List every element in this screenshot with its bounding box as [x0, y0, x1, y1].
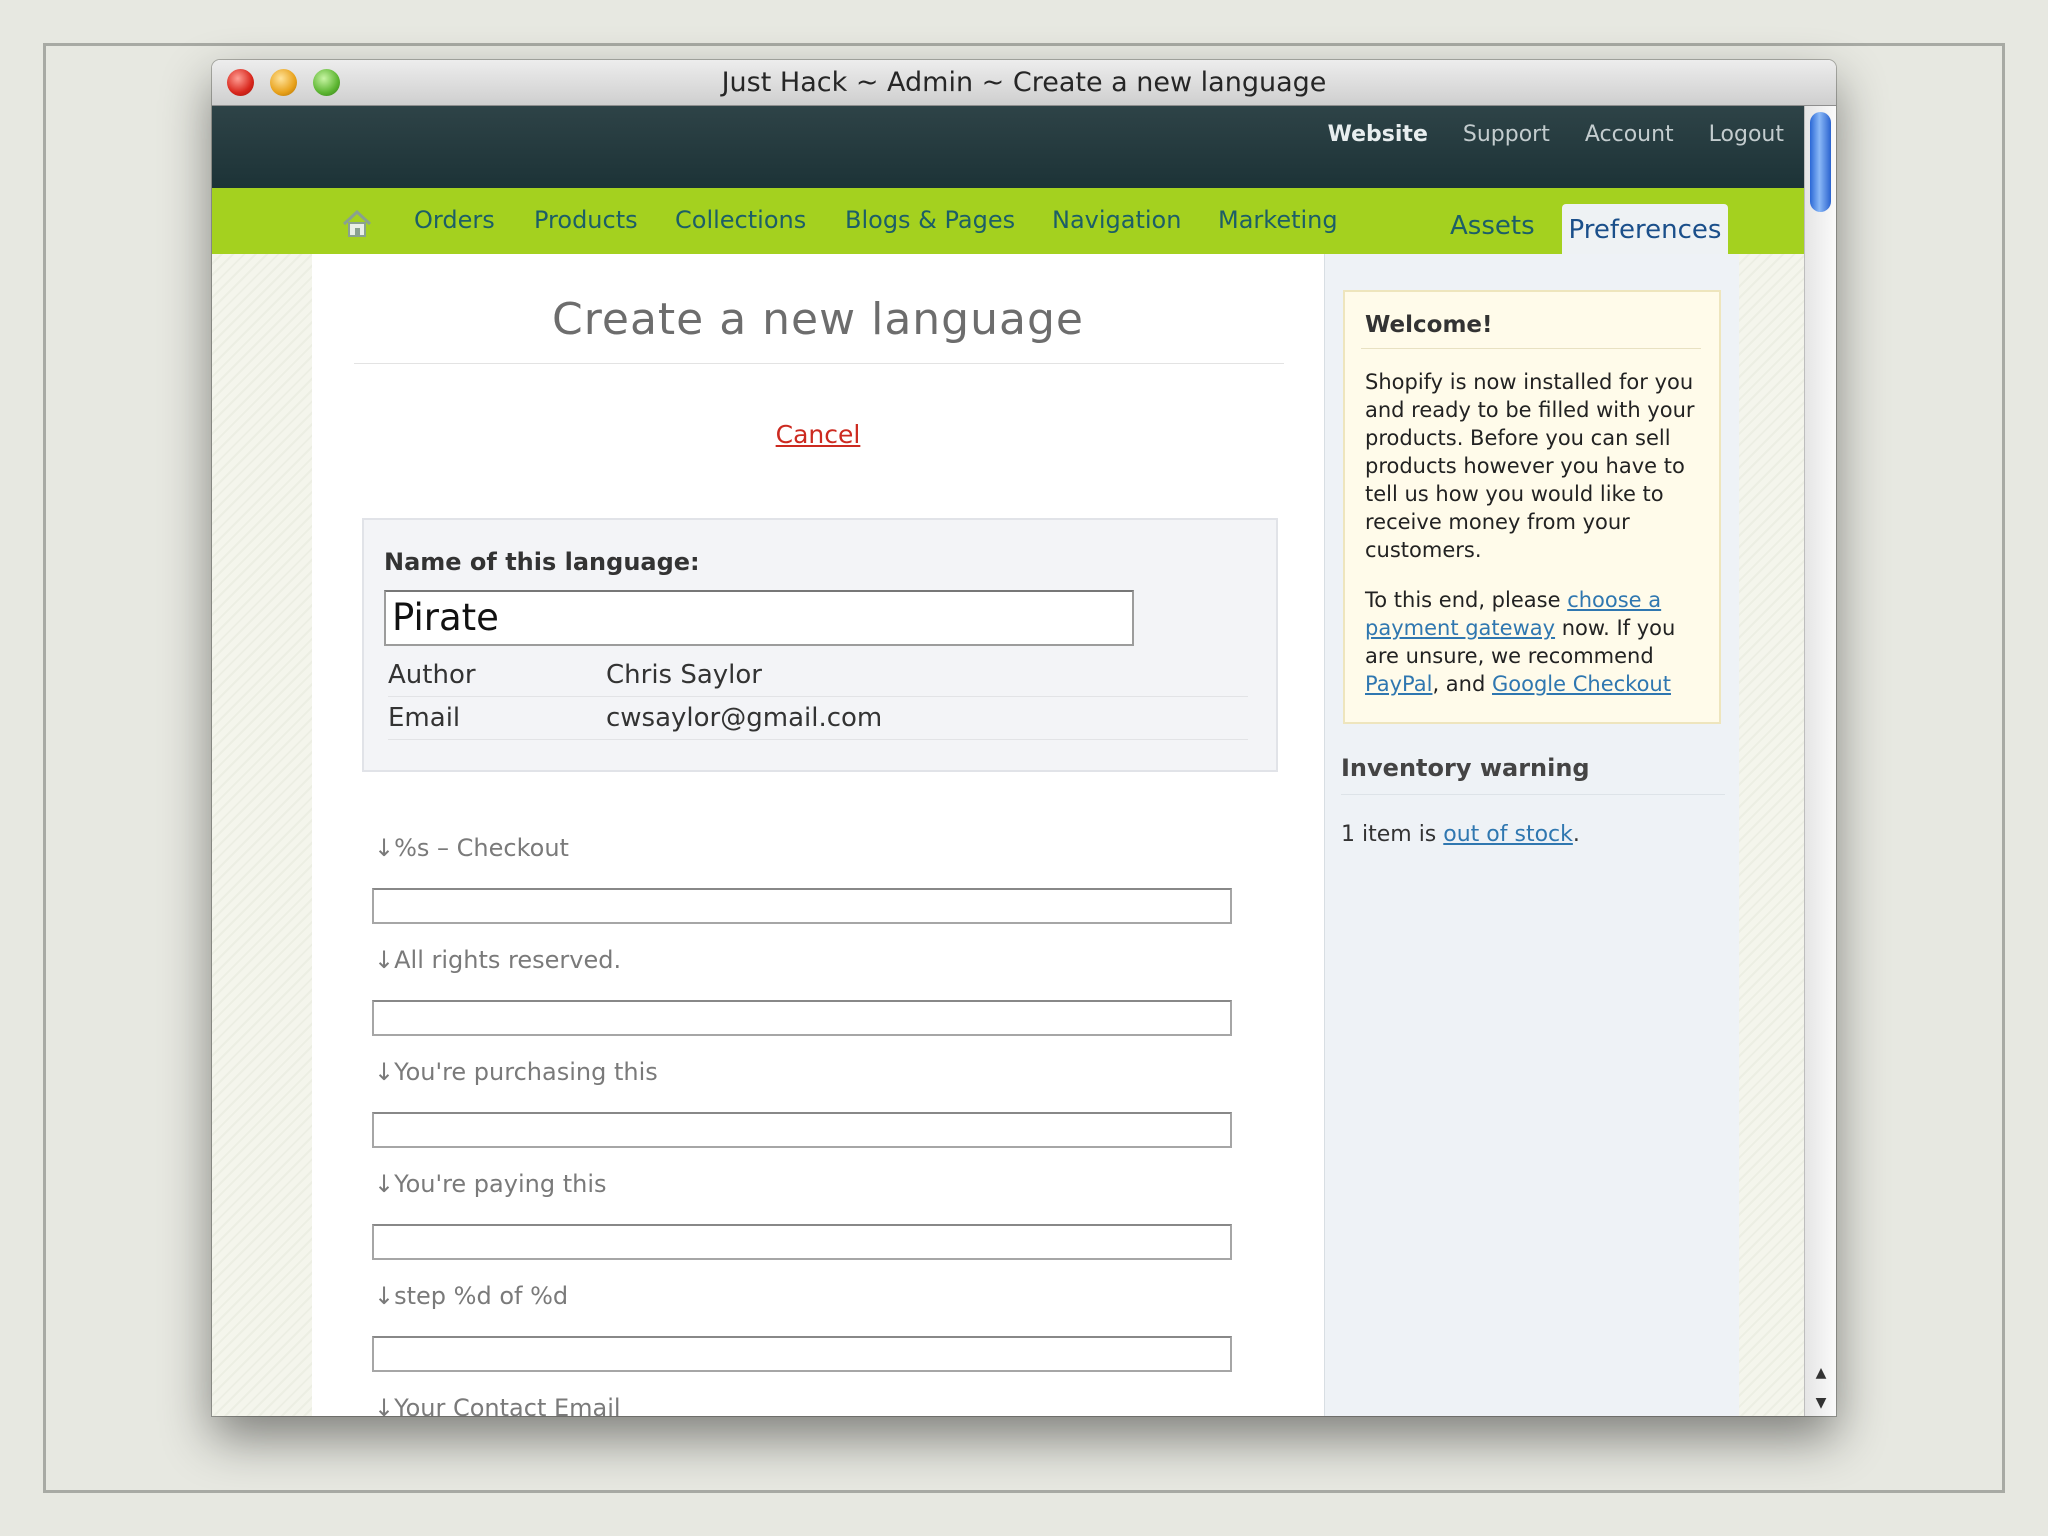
inventory-title: Inventory warning — [1341, 754, 1590, 782]
inventory-text: 1 item is out of stock. — [1341, 822, 1580, 847]
scroll-thumb[interactable] — [1810, 112, 1831, 212]
nav-orders[interactable]: Orders — [414, 188, 495, 252]
field-input-checkout[interactable] — [372, 888, 1232, 924]
title-bar: Just Hack ~ Admin ~ Create a new languag… — [212, 60, 1836, 106]
field-label-rights: ↓All rights reserved. — [374, 946, 622, 974]
cancel-link[interactable]: Cancel — [312, 420, 1324, 449]
field-label-purchasing: ↓You're purchasing this — [374, 1058, 658, 1086]
language-name-label: Name of this language: — [384, 548, 700, 576]
browser-window: Just Hack ~ Admin ~ Create a new languag… — [212, 60, 1836, 1416]
gateway-text-3: , and — [1432, 672, 1492, 696]
field-input-purchasing[interactable] — [372, 1112, 1232, 1148]
field-input-paying[interactable] — [372, 1224, 1232, 1260]
window-title: Just Hack ~ Admin ~ Create a new languag… — [721, 67, 1327, 98]
vertical-scrollbar[interactable]: ▲ ▼ — [1804, 106, 1836, 1416]
minimize-button[interactable] — [270, 69, 297, 96]
inventory-text-1: 1 item is — [1341, 822, 1444, 847]
nav-preferences[interactable]: Preferences — [1562, 204, 1728, 254]
welcome-title: Welcome! — [1365, 312, 1493, 338]
out-of-stock-link[interactable]: out of stock — [1443, 822, 1573, 847]
field-input-rights[interactable] — [372, 1000, 1232, 1036]
nav-assets[interactable]: Assets — [1450, 194, 1535, 258]
email-row: Email cwsaylor@gmail.com — [388, 697, 1248, 740]
account-links: Website Support Account Logout — [1300, 122, 1784, 147]
language-details-box: Name of this language: Pirate Author Chr… — [362, 518, 1278, 772]
email-value: cwsaylor@gmail.com — [606, 703, 883, 733]
account-link[interactable]: Account — [1585, 122, 1674, 147]
gateway-paragraph: To this end, please choose a payment gat… — [1365, 586, 1705, 698]
google-checkout-link[interactable]: Google Checkout — [1492, 672, 1671, 696]
field-label-paying: ↓You're paying this — [374, 1170, 607, 1198]
nav-marketing[interactable]: Marketing — [1218, 188, 1338, 252]
scroll-down-arrow-icon[interactable]: ▼ — [1805, 1388, 1836, 1416]
logout-link[interactable]: Logout — [1709, 122, 1784, 147]
welcome-text: Shopify is now installed for you and rea… — [1365, 368, 1705, 720]
field-label-step: ↓step %d of %d — [374, 1282, 569, 1310]
language-name-input[interactable]: Pirate — [384, 590, 1134, 646]
title-divider — [354, 363, 1284, 364]
inventory-text-2: . — [1572, 822, 1580, 847]
close-button[interactable] — [227, 69, 254, 96]
paypal-link[interactable]: PayPal — [1365, 672, 1432, 696]
welcome-box: Welcome! Shopify is now installed for yo… — [1343, 290, 1721, 724]
main-content: Create a new language Cancel Name of thi… — [312, 254, 1324, 1416]
scroll-up-arrow-icon[interactable]: ▲ — [1805, 1358, 1836, 1388]
gateway-text-1: To this end, please — [1365, 588, 1568, 612]
welcome-divider — [1361, 348, 1701, 349]
nav-products[interactable]: Products — [534, 188, 638, 252]
page-title: Create a new language — [552, 294, 1084, 345]
website-link[interactable]: Website — [1328, 122, 1428, 147]
field-input-step[interactable] — [372, 1336, 1232, 1372]
sidebar: Welcome! Shopify is now installed for yo… — [1324, 254, 1739, 1416]
nav-collections[interactable]: Collections — [675, 188, 806, 252]
zoom-button[interactable] — [313, 69, 340, 96]
author-value: Chris Saylor — [606, 660, 762, 690]
field-label-checkout: ↓%s – Checkout — [374, 834, 569, 862]
field-label-contact-email: ↓Your Contact Email — [374, 1394, 621, 1416]
page-body: Create a new language Cancel Name of thi… — [212, 254, 1804, 1416]
home-icon[interactable] — [342, 210, 372, 238]
welcome-paragraph: Shopify is now installed for you and rea… — [1365, 370, 1695, 562]
support-link[interactable]: Support — [1463, 122, 1550, 147]
author-row: Author Chris Saylor — [388, 654, 1248, 697]
main-nav: Orders Products Collections Blogs & Page… — [212, 188, 1804, 254]
nav-navigation[interactable]: Navigation — [1052, 188, 1181, 252]
inventory-divider — [1341, 794, 1725, 795]
author-label: Author — [388, 660, 476, 690]
nav-blogs-pages[interactable]: Blogs & Pages — [845, 188, 1015, 252]
email-label: Email — [388, 703, 461, 733]
